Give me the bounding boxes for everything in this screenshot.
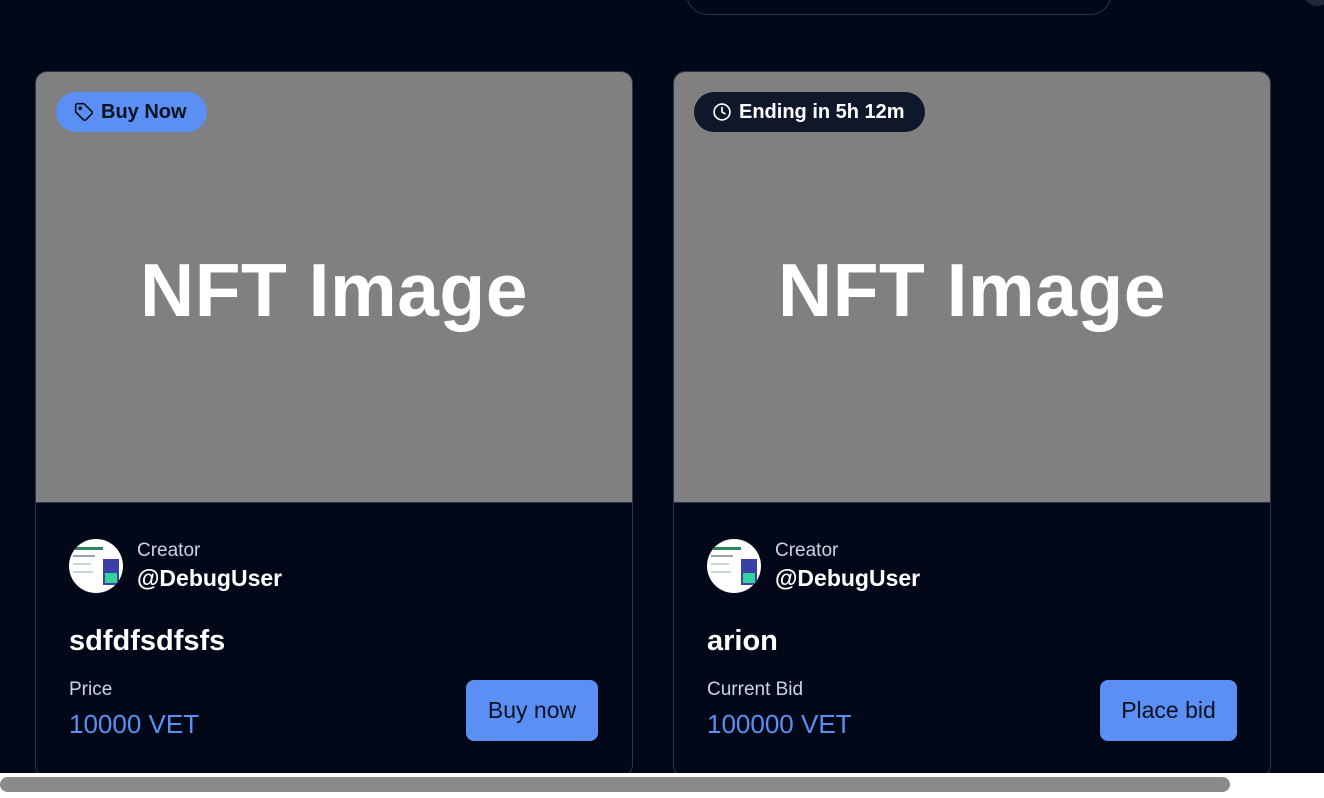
badge-label: Buy Now [101, 100, 187, 123]
price-label: Price [69, 679, 113, 700]
price-value: 10000 VET [69, 709, 200, 739]
creator-info[interactable]: Creator @DebugUser [707, 539, 920, 593]
nft-card[interactable]: NFT Image Buy Now Creator @DebugUser sdf… [35, 71, 633, 777]
nft-title: sdfdfsdfsfs [69, 625, 226, 657]
search-bar[interactable] [686, 0, 1112, 15]
creator-avatar [707, 539, 761, 593]
creator-info[interactable]: Creator @DebugUser [69, 539, 282, 593]
auction-timer-badge: Ending in 5h 12m [694, 92, 925, 132]
creator-label: Creator [137, 540, 201, 561]
creator-label: Creator [775, 540, 839, 561]
nft-image: NFT Image [36, 72, 632, 503]
badge-label: Ending in 5h 12m [739, 100, 905, 123]
user-avatar[interactable] [1304, 0, 1324, 6]
nft-image: NFT Image [674, 72, 1270, 503]
place-bid-button[interactable]: Place bid [1100, 680, 1237, 741]
creator-avatar [69, 539, 123, 593]
creator-handle[interactable]: @DebugUser [137, 563, 282, 593]
nft-image-placeholder: NFT Image [140, 247, 528, 332]
creator-handle[interactable]: @DebugUser [775, 563, 920, 593]
buy-now-button[interactable]: Buy now [466, 680, 598, 741]
nft-image-placeholder: NFT Image [778, 247, 1166, 332]
horizontal-scrollbar-thumb[interactable] [0, 777, 1230, 792]
current-bid-value: 100000 VET [707, 709, 852, 739]
nft-title: arion [707, 625, 778, 657]
clock-icon [712, 102, 732, 122]
current-bid-label: Current Bid [707, 679, 804, 700]
buy-now-badge: Buy Now [56, 92, 207, 132]
tag-icon [74, 102, 94, 122]
nft-card[interactable]: NFT Image Ending in 5h 12m Creator @Debu… [673, 71, 1271, 777]
